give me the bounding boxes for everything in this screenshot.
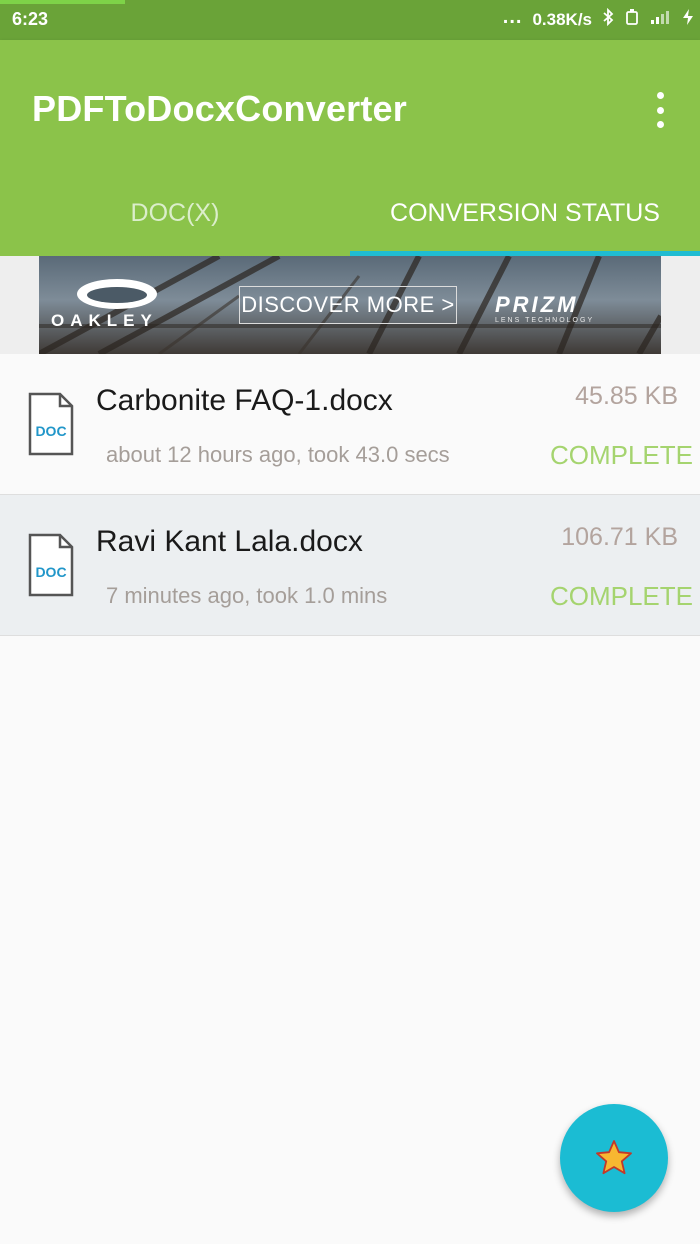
file-name: Ravi Kant Lala.docx bbox=[96, 525, 363, 558]
list-item[interactable]: DOC Ravi Kant Lala.docx 7 minutes ago, t… bbox=[0, 495, 700, 636]
ad-product-sub: LENS TECHNOLOGY bbox=[495, 317, 595, 324]
app-bar: PDFToDocxConverter DOC(X) CONVERSION STA… bbox=[0, 40, 700, 256]
overflow-dot bbox=[656, 121, 664, 128]
doc-file-icon: DOC bbox=[26, 392, 76, 456]
network-speed: 0.38K/s bbox=[532, 9, 592, 29]
doc-file-icon: DOC bbox=[26, 533, 76, 597]
vibrate-icon bbox=[624, 8, 640, 31]
doc-icon-label: DOC bbox=[35, 423, 66, 439]
ad-brand: OAKLEY bbox=[51, 311, 158, 330]
doc-icon-label: DOC bbox=[35, 564, 66, 580]
file-size: 106.71 KB bbox=[561, 523, 678, 551]
conversion-status: COMPLETE bbox=[549, 440, 693, 470]
ad-product: PRIZM bbox=[495, 292, 579, 317]
notification-dots: ... bbox=[502, 5, 523, 28]
tab-conversion-status-label: CONVERSION STATUS bbox=[390, 198, 660, 227]
conversion-list: DOC Carbonite FAQ-1.docx about 12 hours … bbox=[0, 354, 700, 636]
file-size: 45.85 KB bbox=[575, 382, 678, 410]
conversion-meta: 7 minutes ago, took 1.0 mins bbox=[106, 583, 388, 608]
status-progress-line bbox=[0, 0, 125, 4]
status-time: 6:23 bbox=[12, 9, 49, 29]
list-item[interactable]: DOC Carbonite FAQ-1.docx about 12 hours … bbox=[0, 354, 700, 495]
charging-icon bbox=[682, 8, 694, 31]
rate-fab-button[interactable] bbox=[560, 1104, 668, 1212]
bluetooth-icon bbox=[602, 7, 614, 31]
app-title: PDFToDocxConverter bbox=[32, 88, 407, 129]
status-bar: 6:23 ... 0.38K/s bbox=[0, 0, 700, 40]
status-icons: ... 0.38K/s bbox=[502, 5, 694, 31]
overflow-dot bbox=[656, 92, 664, 99]
ad-container: OAKLEY DISCOVER MORE > PRIZM LENS TECHNO… bbox=[0, 256, 700, 354]
signal-icon bbox=[650, 9, 672, 30]
ad-banner[interactable]: OAKLEY DISCOVER MORE > PRIZM LENS TECHNO… bbox=[39, 256, 661, 354]
tab-docx-label: DOC(X) bbox=[130, 198, 220, 227]
star-icon bbox=[596, 1140, 632, 1175]
ad-cta: DISCOVER MORE > bbox=[239, 286, 457, 324]
conversion-status: COMPLETE bbox=[549, 581, 693, 611]
file-name: Carbonite FAQ-1.docx bbox=[96, 384, 393, 417]
tab-conversion-status[interactable]: CONVERSION STATUS bbox=[350, 170, 700, 256]
tab-docx[interactable]: DOC(X) bbox=[0, 170, 350, 256]
overflow-menu-icon[interactable] bbox=[650, 92, 670, 128]
overflow-dot bbox=[656, 106, 664, 114]
tab-bar: DOC(X) CONVERSION STATUS bbox=[0, 170, 700, 256]
conversion-meta: about 12 hours ago, took 43.0 secs bbox=[106, 442, 450, 467]
